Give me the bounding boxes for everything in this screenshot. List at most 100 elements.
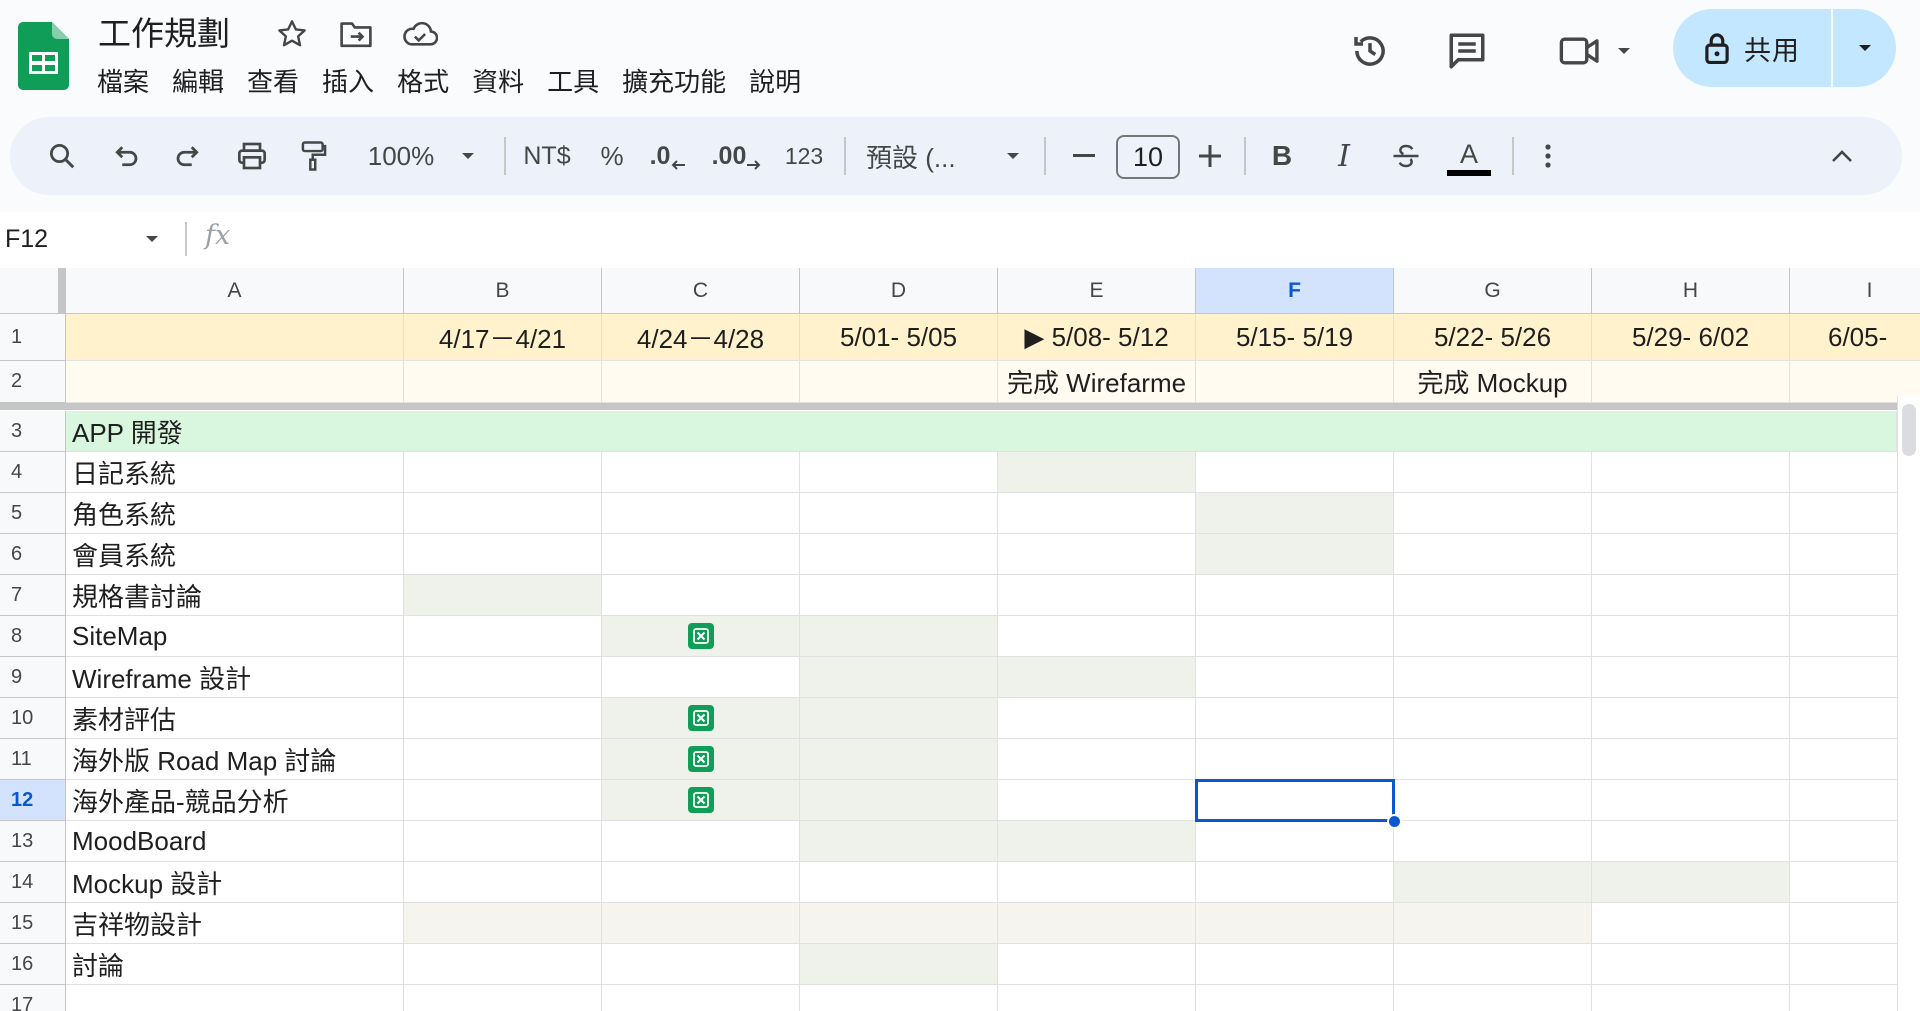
share-button[interactable]: 共用 [1673, 9, 1896, 87]
empty-cell[interactable] [800, 985, 998, 1011]
empty-cell[interactable] [800, 575, 998, 616]
milestone-empty-cell[interactable] [800, 361, 998, 403]
empty-cell[interactable] [1196, 862, 1394, 903]
row-header-10[interactable]: 10 [0, 698, 66, 739]
empty-cell[interactable] [1394, 821, 1592, 862]
search-menus-icon[interactable] [40, 117, 84, 195]
column-header-d[interactable]: D [800, 268, 998, 314]
milestone-empty-cell[interactable] [1196, 361, 1394, 403]
row-header-8[interactable]: 8 [0, 616, 66, 657]
empty-cell[interactable] [404, 780, 602, 821]
empty-cell[interactable] [1592, 452, 1790, 493]
percent-format-button[interactable]: % [590, 117, 634, 195]
empty-cell[interactable] [800, 493, 998, 534]
empty-cell[interactable] [1592, 575, 1790, 616]
row-header-7[interactable]: 7 [0, 575, 66, 616]
italic-button[interactable]: I [1322, 117, 1366, 195]
font-family-select[interactable]: 預設 (... [860, 117, 972, 195]
empty-cell[interactable] [602, 452, 800, 493]
empty-cell[interactable] [404, 739, 602, 780]
week-header-cell[interactable]: ▶ 5/08- 5/12 [998, 314, 1196, 361]
milestone-empty-cell[interactable] [404, 361, 602, 403]
empty-cell[interactable] [1394, 739, 1592, 780]
share-dropdown-icon[interactable] [1833, 9, 1896, 87]
week-header-cell[interactable]: 4/17－4/21 [404, 314, 602, 361]
empty-cell[interactable] [1196, 821, 1394, 862]
empty-cell[interactable] [1394, 985, 1592, 1011]
increase-font-size-icon[interactable] [1190, 117, 1230, 195]
menu-insert[interactable]: 插入 [313, 62, 383, 102]
task-bar-cell[interactable] [800, 821, 998, 862]
empty-cell[interactable] [602, 985, 800, 1011]
bold-button[interactable]: B [1260, 117, 1304, 195]
spreadsheet-grid[interactable]: A B C D E F G H I 1 2 3 4 5 6 7 8 9 10 11 12 13 14 15 16 17 4/17－4… [0, 266, 1920, 1011]
task-bar-cell[interactable] [998, 903, 1196, 944]
empty-cell[interactable] [1196, 780, 1394, 821]
meet-dropdown-icon[interactable] [1610, 38, 1638, 64]
empty-cell[interactable] [1196, 657, 1394, 698]
menu-tools[interactable]: 工具 [538, 62, 608, 102]
task-bar-cell[interactable] [602, 780, 800, 821]
empty-cell[interactable] [1394, 780, 1592, 821]
empty-cell[interactable] [602, 821, 800, 862]
task-name-cell[interactable]: 海外版 Road Map 討論 [66, 739, 404, 780]
empty-cell[interactable] [1592, 698, 1790, 739]
row-header-13[interactable]: 13 [0, 821, 66, 862]
task-bar-cell[interactable] [1592, 862, 1790, 903]
empty-cell[interactable] [1196, 944, 1394, 985]
empty-cell[interactable] [1592, 903, 1790, 944]
document-title[interactable]: 工作規劃 [98, 12, 230, 56]
row-header-14[interactable]: 14 [0, 862, 66, 903]
empty-cell[interactable] [1592, 657, 1790, 698]
comments-icon[interactable] [1440, 24, 1494, 78]
column-header-g[interactable]: G [1394, 268, 1592, 314]
task-name-cell[interactable]: Wireframe 設計 [66, 657, 404, 698]
empty-cell[interactable] [404, 534, 602, 575]
decrease-font-size-icon[interactable] [1064, 117, 1104, 195]
strikethrough-icon[interactable] [1384, 117, 1428, 195]
task-bar-cell[interactable] [800, 903, 998, 944]
menu-format[interactable]: 格式 [388, 62, 458, 102]
task-bar-cell[interactable] [602, 903, 800, 944]
empty-cell[interactable] [404, 862, 602, 903]
task-name-cell[interactable]: 素材評估 [66, 698, 404, 739]
empty-cell[interactable] [602, 862, 800, 903]
checkbox-checked-icon[interactable] [687, 746, 714, 772]
column-header-e[interactable]: E [998, 268, 1196, 314]
column-header-b[interactable]: B [404, 268, 602, 314]
column-header-f[interactable]: F [1196, 268, 1394, 314]
menu-edit[interactable]: 編輯 [163, 62, 233, 102]
scrollbar-thumb[interactable] [1902, 404, 1916, 456]
empty-cell[interactable] [1394, 657, 1592, 698]
milestone-cell[interactable]: 完成 Mockup [1394, 361, 1592, 403]
checkbox-checked-icon[interactable] [687, 787, 714, 813]
empty-cell[interactable] [998, 575, 1196, 616]
task-bar-cell[interactable] [1394, 862, 1592, 903]
menu-help[interactable]: 說明 [740, 62, 810, 102]
milestone-empty-cell[interactable] [1592, 361, 1790, 403]
empty-cell[interactable] [404, 616, 602, 657]
empty-cell[interactable] [1394, 534, 1592, 575]
column-header-h[interactable]: H [1592, 268, 1790, 314]
task-bar-cell[interactable] [602, 616, 800, 657]
week-header-cell[interactable]: 5/01- 5/05 [800, 314, 998, 361]
corner-freeze-handle[interactable] [58, 268, 66, 314]
row-header-17[interactable]: 17 [0, 985, 66, 1011]
empty-cell[interactable] [998, 739, 1196, 780]
empty-cell[interactable] [998, 493, 1196, 534]
redo-icon[interactable] [166, 117, 210, 195]
empty-cell[interactable] [1592, 493, 1790, 534]
version-history-icon[interactable] [1343, 24, 1397, 78]
menu-view[interactable]: 查看 [238, 62, 308, 102]
print-icon[interactable] [230, 117, 274, 195]
task-bar-cell[interactable] [998, 821, 1196, 862]
star-icon[interactable] [272, 14, 312, 54]
task-name-cell[interactable]: Mockup 設計 [66, 862, 404, 903]
task-bar-cell[interactable] [1394, 903, 1592, 944]
empty-cell[interactable] [998, 780, 1196, 821]
share-main[interactable]: 共用 [1673, 9, 1831, 87]
freeze-divider[interactable] [0, 403, 1897, 410]
task-bar-cell[interactable] [800, 739, 998, 780]
empty-cell[interactable] [1394, 616, 1592, 657]
milestone-cell[interactable]: 完成 Wirefarme [998, 361, 1196, 403]
